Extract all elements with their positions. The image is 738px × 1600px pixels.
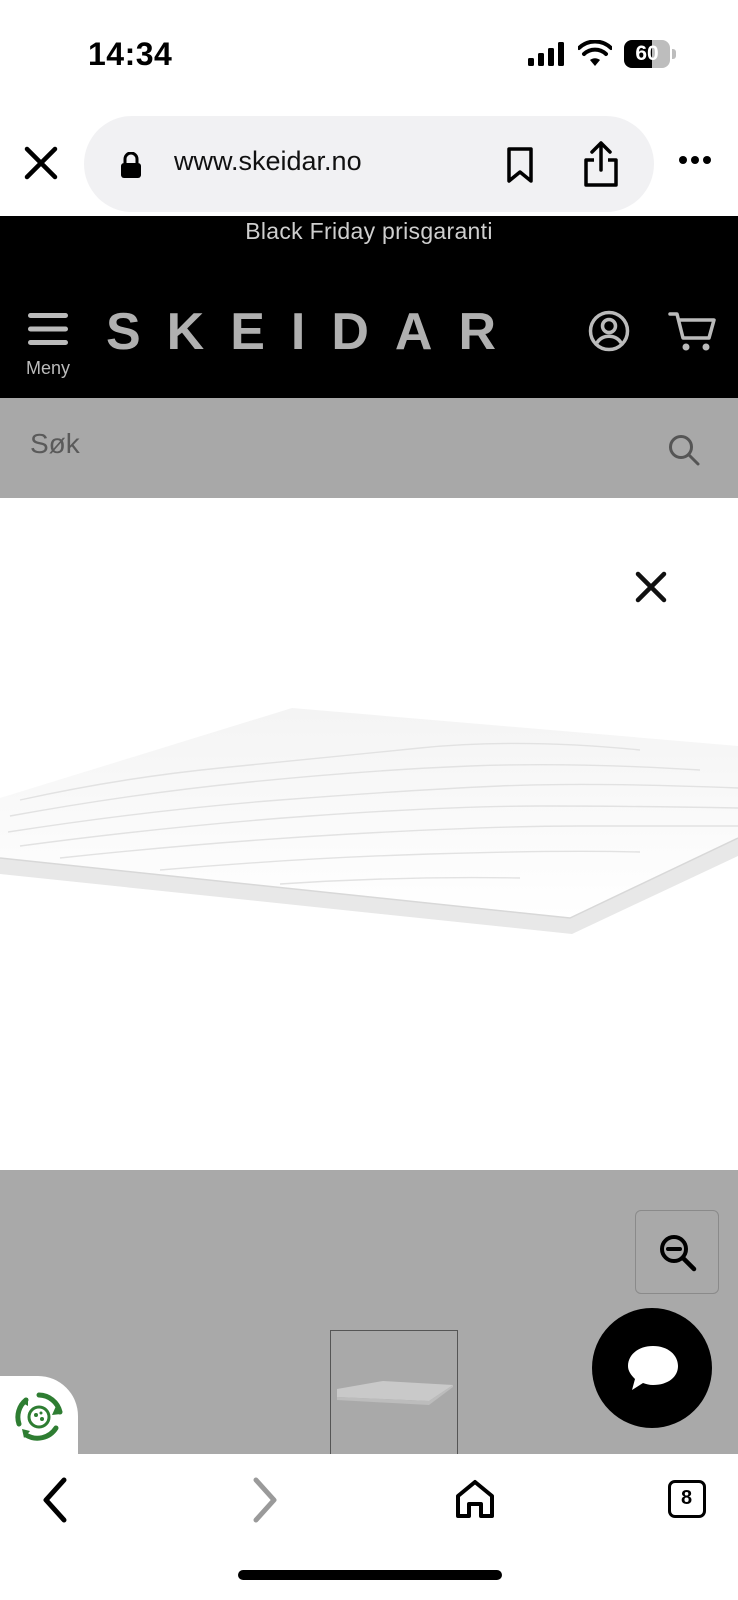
mattress-topper-image[interactable] <box>0 708 738 968</box>
eco-badge[interactable] <box>0 1376 78 1456</box>
more-icon[interactable] <box>678 154 712 166</box>
tabs-count: 8 <box>680 1487 693 1509</box>
image-thumbnail[interactable] <box>330 1330 458 1460</box>
search-bar: Søk <box>0 398 738 498</box>
tabs-button[interactable]: 8 <box>668 1480 706 1518</box>
browser-bottom-nav: 8 <box>0 1454 738 1600</box>
chat-icon <box>628 1346 678 1390</box>
account-icon[interactable] <box>588 310 630 352</box>
share-icon[interactable] <box>582 140 620 188</box>
url-text[interactable]: www.skeidar.no <box>174 146 362 177</box>
image-gallery-controls <box>0 1170 738 1460</box>
status-bar: 14:34 60 <box>0 0 738 108</box>
eco-icon <box>15 1392 63 1441</box>
zoom-out-button[interactable] <box>635 1210 719 1294</box>
chat-button[interactable] <box>592 1308 712 1428</box>
home-icon[interactable] <box>454 1478 496 1520</box>
zoom-out-icon <box>660 1235 697 1272</box>
close-tab-icon[interactable] <box>22 144 60 182</box>
page: 14:34 60 www.skeidar.no Black Friday pri… <box>0 0 738 1600</box>
promo-banner[interactable]: Black Friday prisgaranti <box>0 218 738 245</box>
signal-icon <box>528 42 564 66</box>
address-bar[interactable]: www.skeidar.no <box>84 116 654 212</box>
back-icon[interactable] <box>38 1476 72 1524</box>
forward-icon[interactable] <box>248 1476 282 1524</box>
home-indicator[interactable] <box>238 1570 502 1580</box>
site-logo[interactable]: SKEIDAR <box>106 302 522 362</box>
site-header: Black Friday prisgaranti Meny SKEIDAR <box>0 216 738 398</box>
wifi-icon <box>578 40 612 66</box>
lock-icon <box>121 152 141 178</box>
thumbnail-mattress-image <box>337 1381 453 1405</box>
bookmark-icon[interactable] <box>504 146 536 184</box>
search-input[interactable]: Søk <box>30 428 80 460</box>
menu-icon[interactable] <box>28 312 68 346</box>
menu-label[interactable]: Meny <box>18 358 78 379</box>
product-image-viewer <box>0 498 738 1170</box>
status-time: 14:34 <box>88 36 173 72</box>
browser-toolbar: www.skeidar.no <box>0 108 738 216</box>
cart-icon[interactable] <box>668 310 716 352</box>
battery-icon: 60 <box>624 40 676 68</box>
search-icon[interactable] <box>668 434 700 466</box>
battery-level: 60 <box>635 42 659 65</box>
close-icon[interactable] <box>634 570 668 604</box>
